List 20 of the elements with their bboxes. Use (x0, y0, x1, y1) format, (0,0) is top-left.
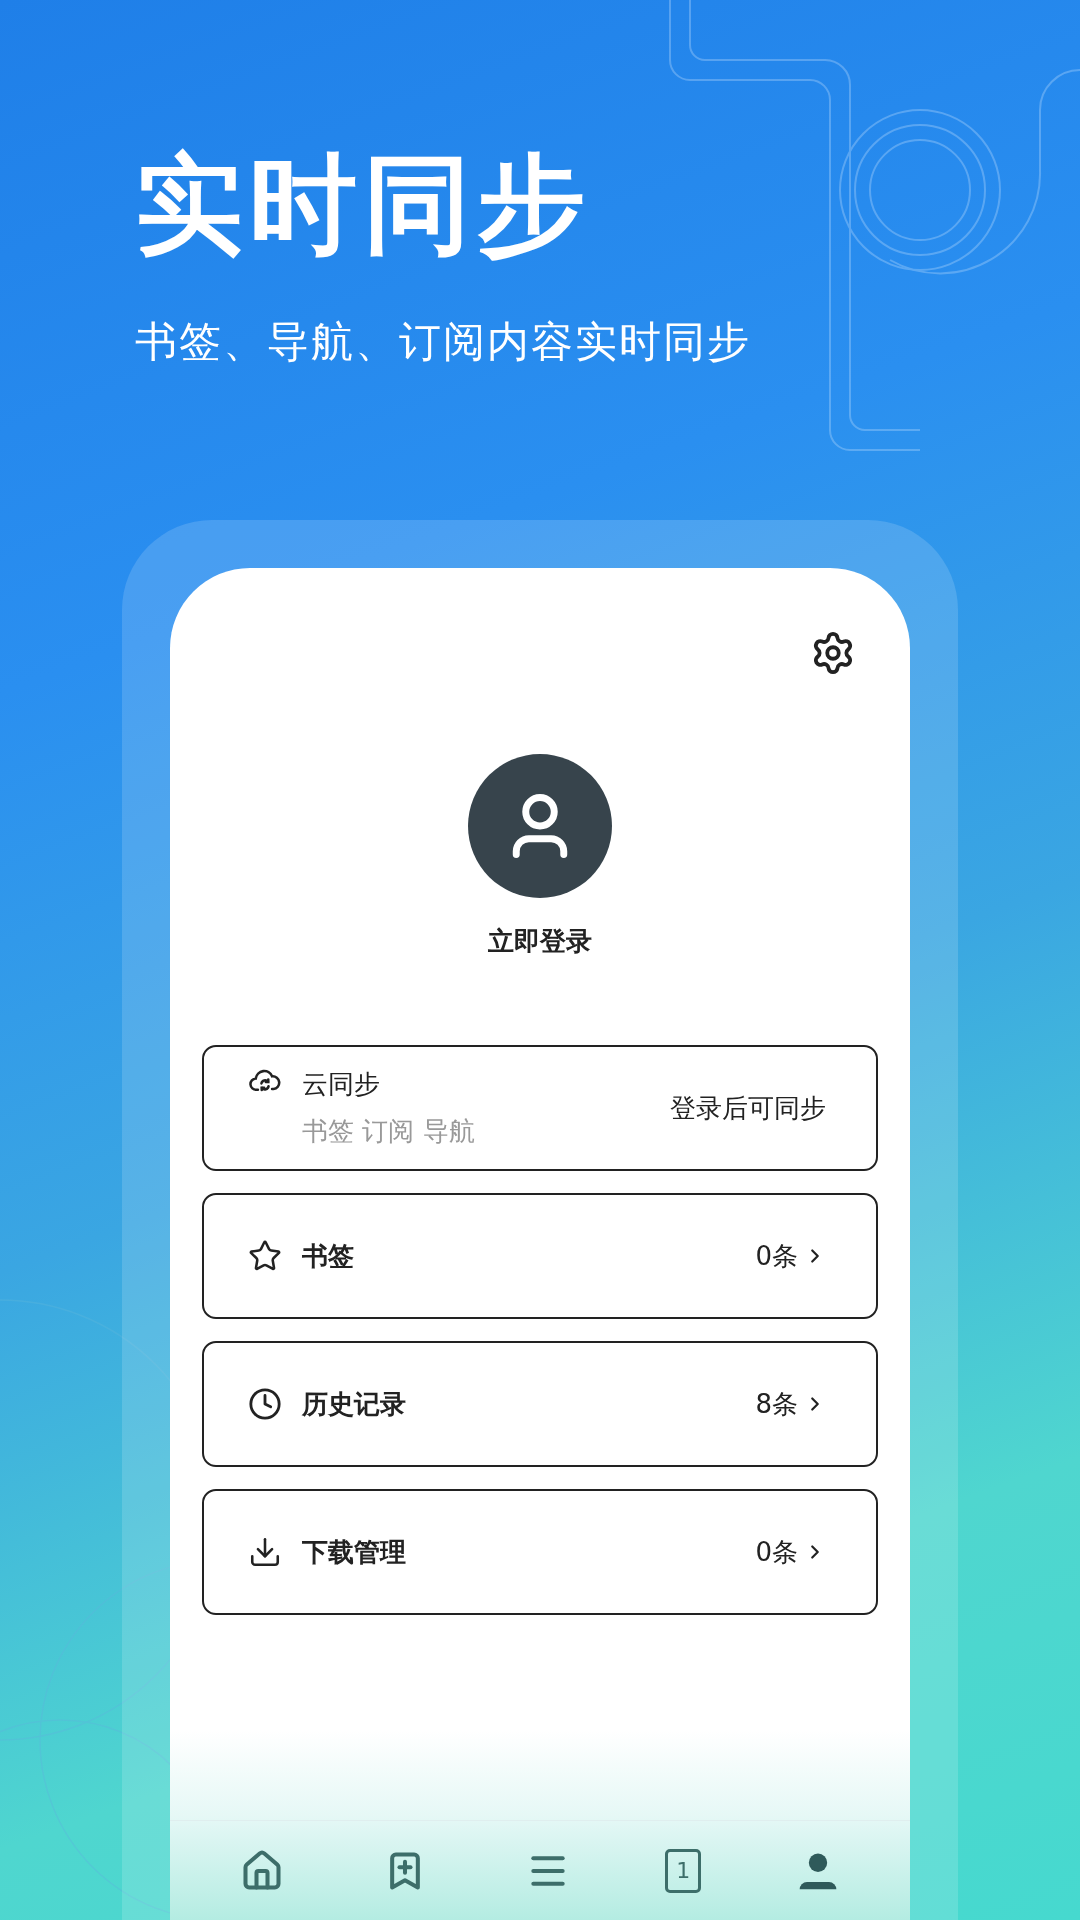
clock-icon (248, 1387, 282, 1421)
cloud-sync-card[interactable]: 云同步 书签 订阅 导航 登录后可同步 (202, 1045, 878, 1171)
item-count: 0条 (755, 1535, 798, 1569)
card-title: 历史记录 (302, 1387, 406, 1421)
sync-status: 登录后可同步 (670, 1091, 826, 1125)
subtitle: 书签、导航、订阅内容实时同步 (135, 315, 752, 368)
card-title: 下载管理 (302, 1535, 406, 1569)
menu-card[interactable]: 下载管理 0条 (202, 1489, 878, 1615)
menu-card[interactable]: 历史记录 8条 (202, 1341, 878, 1467)
login-link[interactable]: 立即登录 (488, 922, 592, 961)
card-title: 书签 (302, 1239, 354, 1273)
download-icon (248, 1535, 282, 1569)
star-icon (248, 1239, 282, 1273)
tabs-count-button[interactable]: 1 (665, 1848, 702, 1893)
card-title: 云同步 (302, 1068, 381, 1101)
menu-card[interactable]: 书签 0条 (202, 1193, 878, 1319)
card-detail: 书签 订阅 导航 (302, 1115, 475, 1148)
headline: 实时同步 (135, 141, 592, 269)
item-count: 8条 (755, 1387, 798, 1421)
item-count: 0条 (755, 1239, 798, 1273)
